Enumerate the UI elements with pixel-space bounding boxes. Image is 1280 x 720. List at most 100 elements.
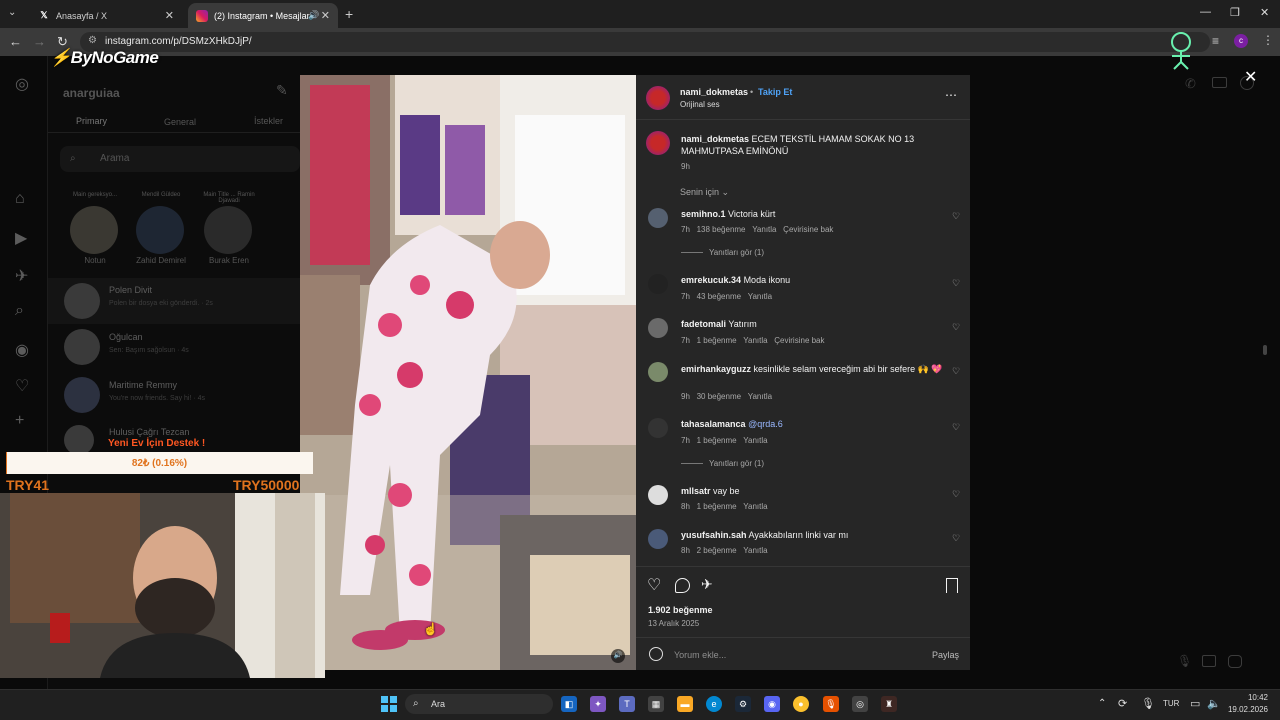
network-icon[interactable]: ▭ [1190,697,1200,710]
comment-user[interactable]: semihno.1 [681,209,726,219]
thread-row[interactable]: Polen Divit Polen bir dosya eki gönderdi… [48,278,300,324]
like-comment-icon[interactable]: ♡ [952,533,960,544]
sync-icon[interactable]: ⟳ [1118,697,1127,710]
like-comment-icon[interactable]: ♡ [952,489,960,500]
close-icon[interactable]: ✕ [321,9,330,22]
more-options-icon[interactable]: ⋯ [945,88,957,102]
like-comment-icon[interactable]: ♡ [952,211,960,222]
reply-button[interactable]: Yanıtla [748,392,772,401]
avatar[interactable] [648,362,668,382]
comment-sort-dropdown[interactable]: Senin için ⌄ [680,187,729,198]
create-icon[interactable]: + [15,412,24,430]
tab-primary[interactable]: Primary [76,116,107,126]
comment-likes[interactable]: 30 beğenme [697,392,741,401]
comment-user[interactable]: emirhankayguzz [681,364,751,374]
close-modal-button[interactable]: ✕ [1244,67,1257,87]
thread-row[interactable]: Maritime Remmy You're now friends. Say h… [48,372,300,418]
note-item[interactable]: Mendil Güldeo Zahid Demirel [126,192,196,265]
author-name[interactable]: nami_dokmetas [680,87,748,97]
translate-button[interactable]: Çevirisine bak [774,336,824,345]
like-comment-icon[interactable]: ♡ [952,366,960,377]
discord-icon[interactable]: ◉ [764,696,780,712]
reply-button[interactable]: Yanıtla [743,546,767,555]
comment-time[interactable]: 7h [681,292,690,301]
chrome-icon[interactable]: ● [793,696,809,712]
view-replies-button[interactable]: Yanıtları gör (1) [681,248,764,257]
address-bar[interactable]: ⚙ instagram.com/p/DSMzXHkDJjP/ [80,32,1210,52]
tab-x[interactable]: 𝕏 Anasayfa / X ✕ [30,3,182,28]
avatar[interactable] [648,274,668,294]
forward-button[interactable]: → [33,34,46,49]
save-icon[interactable] [946,578,958,593]
view-replies-button[interactable]: Yanıtları gör (1) [681,459,764,468]
audio-label[interactable]: Orijinal ses [680,100,720,109]
tab-overview-icon[interactable]: ⌄ [8,7,16,18]
recorder-icon[interactable]: 🎙 [823,696,839,712]
avatar[interactable] [648,529,668,549]
like-comment-icon[interactable]: ♡ [952,322,960,333]
tab-instagram[interactable]: (2) Instagram • Mesajlar 🔊 ✕ [188,3,338,28]
reply-button[interactable]: Yanıtla [752,225,776,234]
avatar[interactable] [648,418,668,438]
language-indicator[interactable]: TUR [1163,699,1179,708]
reply-button[interactable]: Yanıtla [743,336,767,345]
comment-time[interactable]: 8h [681,502,690,511]
volume-icon[interactable]: 🔈 [1207,697,1221,710]
messages-icon[interactable]: ✈ [15,266,28,286]
volume-icon[interactable]: 🔊 [611,649,625,663]
close-icon[interactable]: ✕ [165,9,174,22]
author-avatar[interactable] [646,131,670,155]
like-comment-icon[interactable]: ♡ [952,278,960,289]
comment-time[interactable]: 7h [681,225,690,234]
clock-time[interactable]: 10:42 [1228,693,1268,702]
comment-time[interactable]: 9h [681,392,690,401]
author-name[interactable]: nami_dokmetas [681,134,749,144]
emoji-icon[interactable] [649,647,663,661]
clock-date[interactable]: 19.02.2026 [1225,705,1268,714]
notifications-icon[interactable]: ♡ [15,376,29,396]
comment-user[interactable]: mllsatr [681,486,711,496]
note-item[interactable]: Main Title ... Ramin Djawadi Burak Eren [194,192,264,265]
comment-user[interactable]: emrekucuk.34 [681,275,741,285]
like-count[interactable]: 1.902 beğenme [648,605,713,615]
comment-icon[interactable] [675,578,690,593]
share-icon[interactable]: ✈ [701,576,713,593]
share-comment-button[interactable]: Paylaş [932,650,959,660]
comment-input[interactable]: Yorum ekle... [674,650,726,660]
reply-button[interactable]: Yanıtla [743,502,767,511]
comment-time[interactable]: 7h [681,336,690,345]
browser-menu-icon[interactable]: ⋮ [1262,33,1274,47]
reels-icon[interactable]: ▶ [15,228,27,248]
copilot-icon[interactable]: ✦ [590,696,606,712]
thread-row[interactable]: Oğulcan Sen: Başım sağolsun · 4s [48,324,300,370]
back-button[interactable]: ← [9,34,22,49]
microphone-icon[interactable]: 🎙 [1141,697,1155,710]
close-window-button[interactable]: ✕ [1260,6,1269,19]
taskbar-search[interactable]: ⌕ Ara [405,694,553,714]
file-explorer-icon[interactable]: ▬ [677,696,693,712]
search-icon[interactable]: ⌕ [15,302,24,320]
extensions-icon[interactable]: ≡ [1212,34,1219,48]
windows-start-icon[interactable] [381,696,397,712]
search-input[interactable]: ⌕ Arama [60,146,300,172]
comment-likes[interactable]: 1 beğenme [697,336,737,345]
comment-likes[interactable]: 2 beğenme [697,546,737,555]
avatar[interactable] [648,208,668,228]
like-icon[interactable]: ♡ [647,575,661,595]
reply-button[interactable]: Yanıtla [748,292,772,301]
comment-likes[interactable]: 1 beğenme [697,436,737,445]
author-avatar[interactable] [646,86,670,110]
explore-icon[interactable]: ◉ [15,340,29,360]
follow-button[interactable]: Takip Et [758,87,792,97]
account-name[interactable]: anarguiaa [63,86,120,100]
comment-user[interactable]: yusufsahin.sah [681,530,747,540]
tab-general[interactable]: General [164,117,196,127]
new-tab-button[interactable]: + [345,6,353,22]
comment-likes[interactable]: 138 beğenme [697,225,746,234]
site-info-icon[interactable]: ⚙ [88,35,97,46]
compose-icon[interactable]: ✎ [276,82,288,99]
like-comment-icon[interactable]: ♡ [952,422,960,433]
reply-button[interactable]: Yanıtla [743,436,767,445]
comment-likes[interactable]: 1 beğenme [697,502,737,511]
tray-chevron-up-icon[interactable]: ⌃ [1098,698,1106,709]
